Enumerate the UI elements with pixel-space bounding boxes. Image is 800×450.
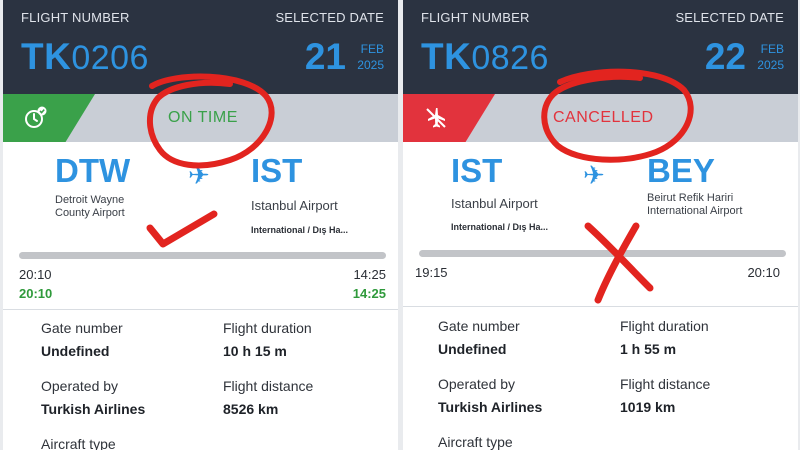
destination-terminal: International / Dış Ha... (251, 225, 349, 235)
origin-name-line2: County Airport (55, 207, 125, 219)
destination-name: Istanbul Airport (251, 198, 338, 213)
operator-label: Operated by (41, 378, 119, 394)
destination-name-line1: Beirut Refik Hariri (647, 192, 734, 204)
origin-code: IST (451, 152, 503, 189)
plane-crossed-icon (426, 108, 446, 128)
aircraft-label: Aircraft type (41, 436, 116, 450)
divider (403, 306, 798, 307)
date-year: 2025 (757, 58, 784, 72)
route-section: DTW Detroit Wayne County Airport ✈ IST I… (3, 142, 398, 250)
duration-label: Flight duration (620, 318, 709, 334)
origin-name: Istanbul Airport (451, 196, 538, 211)
scheduled-arrival: 14:25 (353, 267, 386, 282)
gate-value: Undefined (438, 341, 507, 357)
date-day: 22 (704, 36, 746, 77)
actual-departure: 20:10 (19, 286, 53, 301)
progress-track (419, 250, 786, 257)
plane-icon: ✈ (583, 160, 605, 190)
status-bar: ON TIME (3, 94, 398, 142)
flight-card-left: FLIGHT NUMBER SELECTED DATE TK0206 21 FE… (3, 0, 398, 450)
date-month: FEB (360, 42, 384, 56)
operator-label: Operated by (438, 376, 516, 392)
selected-date-label: SELECTED DATE (275, 10, 384, 25)
date-day: 21 (304, 36, 346, 77)
aircraft-label: Aircraft type (438, 434, 513, 450)
duration-value: 1 h 55 m (620, 341, 677, 357)
date-year: 2025 (357, 58, 384, 72)
flight-header: FLIGHT NUMBER SELECTED DATE TK0826 22 FE… (403, 0, 798, 94)
selected-date-label: SELECTED DATE (675, 10, 784, 25)
flight-header: FLIGHT NUMBER SELECTED DATE TK0206 21 FE… (3, 0, 398, 94)
flight-number: TK0826 (421, 36, 549, 78)
scheduled-departure: 20:10 (19, 267, 52, 282)
flight-prefix: TK (21, 36, 72, 77)
duration-value: 10 h 15 m (223, 343, 287, 359)
progress-track (19, 252, 386, 259)
origin-terminal: International / Dış Ha... (451, 222, 549, 232)
distance-value: 8526 km (223, 401, 279, 417)
destination-name-line2: International Airport (647, 205, 743, 217)
status-text: CANCELLED (553, 109, 654, 126)
flight-prefix: TK (421, 36, 472, 77)
operator-value: Turkish Airlines (438, 399, 543, 415)
operator-value: Turkish Airlines (41, 401, 146, 417)
actual-arrival: 14:25 (352, 286, 386, 301)
gate-value: Undefined (41, 343, 110, 359)
distance-value: 1019 km (620, 399, 676, 415)
status-text: ON TIME (168, 109, 238, 126)
flight-card-right: FLIGHT NUMBER SELECTED DATE TK0826 22 FE… (403, 0, 798, 450)
clock-check-icon (25, 106, 47, 128)
distance-label: Flight distance (620, 376, 711, 392)
origin-name-line1: Detroit Wayne (55, 194, 125, 206)
flight-number-label: FLIGHT NUMBER (421, 10, 530, 25)
divider (3, 309, 398, 310)
status-badge (3, 94, 95, 142)
duration-label: Flight duration (223, 320, 312, 336)
gate-label: Gate number (41, 320, 123, 336)
origin-code: DTW (55, 152, 131, 189)
flight-number-label: FLIGHT NUMBER (21, 10, 130, 25)
scheduled-departure: 19:15 (415, 265, 448, 280)
destination-code: BEY (647, 152, 715, 189)
scheduled-arrival: 20:10 (747, 265, 780, 280)
distance-label: Flight distance (223, 378, 314, 394)
status-badge (403, 94, 495, 142)
date-month: FEB (760, 42, 784, 56)
status-bar: CANCELLED (403, 94, 798, 142)
flight-digits: 0206 (71, 39, 149, 77)
destination-code: IST (251, 152, 303, 189)
route-section: IST Istanbul Airport International / Dış… (403, 142, 798, 250)
plane-icon: ✈ (188, 160, 210, 190)
flight-number: TK0206 (21, 36, 149, 78)
flight-digits: 0826 (471, 39, 549, 77)
gate-label: Gate number (438, 318, 520, 334)
